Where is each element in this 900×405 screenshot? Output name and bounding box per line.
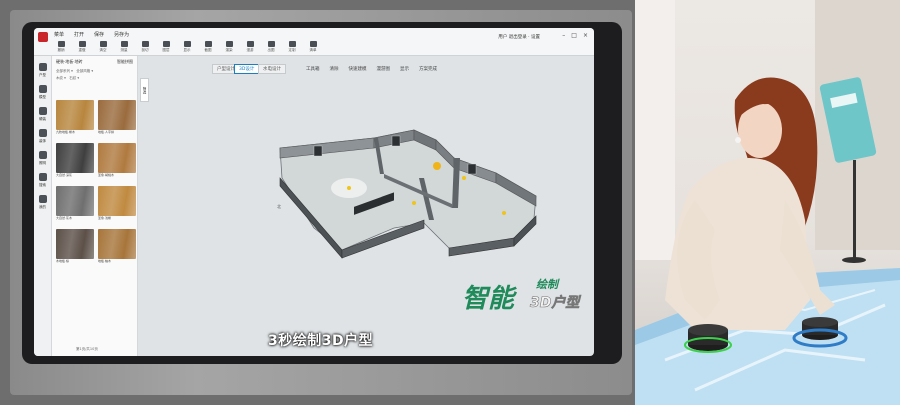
material-swatch [98,143,136,173]
material-caption: 大自然·深灰 [56,173,72,177]
video-caption: 3秒绘制3D户型 [268,333,374,349]
material-panel: 硬装·地板·地砖 智能拼图 全部系列 ▾ 全部风格 ▾ 木纹 ▾ 石纹 ▾ 九牧… [52,56,138,356]
filter-row[interactable]: 全部系列 ▾ 全部风格 ▾ [52,68,137,75]
decor-icon[interactable] [38,129,47,137]
tool-walkthrough[interactable]: 漫游 [243,41,257,53]
clear-icon [99,41,107,47]
user-menu[interactable]: 用户 退出登录 · 设置 [498,34,540,40]
search-icon[interactable] [38,173,47,181]
menu-bar: 菜单 打开 保存 另存为 [54,31,129,38]
tool-custom[interactable]: 定制 [285,41,299,53]
redo-icon [78,41,86,47]
material-swatch [56,100,94,130]
presenter-illustration [635,0,900,405]
material-caption: 木地板·棕 [56,259,69,263]
toolbox-button[interactable]: 工具箱 [306,66,320,72]
app-logo-icon[interactable] [38,32,48,42]
material-tile[interactable]: 木地板·棕 [56,229,94,269]
material-swatch [98,229,136,259]
material-tile[interactable]: 地板·人字拼 [98,100,136,140]
pagination[interactable]: 第1页/共10页 [72,346,102,353]
menu-item[interactable]: 菜单 [54,31,64,38]
material-swatch [56,229,94,259]
filter-side-tab[interactable]: 筛选 [140,78,149,102]
material-swatch [98,100,136,130]
tool-export[interactable]: 出图 [264,41,278,53]
left-rail: 户型 模型 硬装 装饰 照明 搜索 我的 [34,56,52,356]
render-icon [225,41,233,47]
camera-icon [204,41,212,47]
material-caption: 地板·柚木 [98,259,111,263]
material-swatch [56,143,94,173]
model-icon[interactable] [38,85,47,93]
walk-icon [246,41,254,47]
tool-screenshot[interactable]: 截图 [201,41,215,53]
presenter-photo [635,0,900,405]
tool-layer[interactable]: 图层 [159,41,173,53]
walk-view-button[interactable]: 漫游图 [377,66,391,72]
minimize-icon[interactable]: – [562,32,565,39]
section-icon [141,41,149,47]
menu-item[interactable]: 打开 [74,31,84,38]
window-controls: – □ × [562,32,588,39]
layer-icon [162,41,170,47]
material-caption: 地板·人字拼 [98,130,114,134]
close-icon[interactable]: × [583,32,588,39]
display-icon [183,41,191,47]
tool-clear[interactable]: 清空 [96,41,110,53]
tool-redo[interactable]: 重做 [75,41,89,53]
material-tile[interactable]: 九牧地板·橡木 [56,100,94,140]
filter-row[interactable]: 木纹 ▾ 石纹 ▾ [52,75,137,82]
tab-plumbing[interactable]: 水电设计 [258,64,286,74]
display-button[interactable]: 显示 [400,66,409,72]
material-caption: 圣象·浅橡 [98,216,111,220]
material-tile[interactable]: 大自然·灰木 [56,186,94,226]
tool-row: 撤销 重做 清空 测量 剖切 图层 显示 截图 渲染 漫游 出图 定制 清单 [54,41,320,53]
tool-render[interactable]: 渲染 [222,41,236,53]
light-icon[interactable] [38,151,47,159]
promo-badge-sub: 绘制 [536,278,558,291]
tool-display[interactable]: 显示 [180,41,194,53]
clear-button[interactable]: 清除 [330,66,339,72]
material-swatch [98,186,136,216]
canvas-toolbar: 工具箱 清除 快速建模 漫游图 显示 方案完成 [306,66,437,72]
3d-floorplan-model[interactable] [274,108,574,298]
hardware-icon[interactable] [38,107,47,115]
undo-icon [57,41,65,47]
material-caption: 九牧地板·橡木 [56,130,75,134]
material-swatch [56,186,94,216]
material-tile[interactable]: 圣象·浅橡 [98,186,136,226]
material-tile[interactable]: 圣象·胡桃木 [98,143,136,183]
tab-3d[interactable]: 3D设计 [234,64,260,74]
floorplan-icon[interactable] [38,63,47,71]
quick-model-button[interactable]: 快速建模 [349,66,367,72]
compass-label: 北 [277,204,281,209]
material-grid: 九牧地板·橡木 地板·人字拼大自然·深灰 圣象·胡桃木大自然·灰木 圣象·浅橡木地板·… [56,100,136,269]
measure-icon [120,41,128,47]
maximize-icon[interactable]: □ [571,32,577,39]
finish-button[interactable]: 方案完成 [419,66,437,72]
tool-section[interactable]: 剖切 [138,41,152,53]
app-toolbar: 菜单 打开 保存 另存为 撤销 重做 清空 测量 剖切 图层 显示 截图 渲染 … [34,28,594,56]
promo-badge-accent: 3D户型 [530,295,580,312]
panel-header: 硬装·地板·地砖 智能拼图 [56,59,133,64]
user-icon[interactable] [38,195,47,203]
tool-undo[interactable]: 撤销 [54,41,68,53]
promo-badge-main: 智能 [462,284,515,314]
menu-item[interactable]: 另存为 [114,31,129,38]
material-caption: 圣象·胡桃木 [98,173,114,177]
export-icon [267,41,275,47]
custom-icon [288,41,296,47]
list-icon [309,41,317,47]
tool-list[interactable]: 清单 [306,41,320,53]
material-tile[interactable]: 地板·柚木 [98,229,136,269]
material-tile[interactable]: 大自然·深灰 [56,143,94,183]
tool-measure[interactable]: 测量 [117,41,131,53]
video-frame-left: 菜单 打开 保存 另存为 撤销 重做 清空 测量 剖切 图层 显示 截图 渲染 … [0,0,635,405]
material-caption: 大自然·灰木 [56,216,72,220]
menu-item[interactable]: 保存 [94,31,104,38]
